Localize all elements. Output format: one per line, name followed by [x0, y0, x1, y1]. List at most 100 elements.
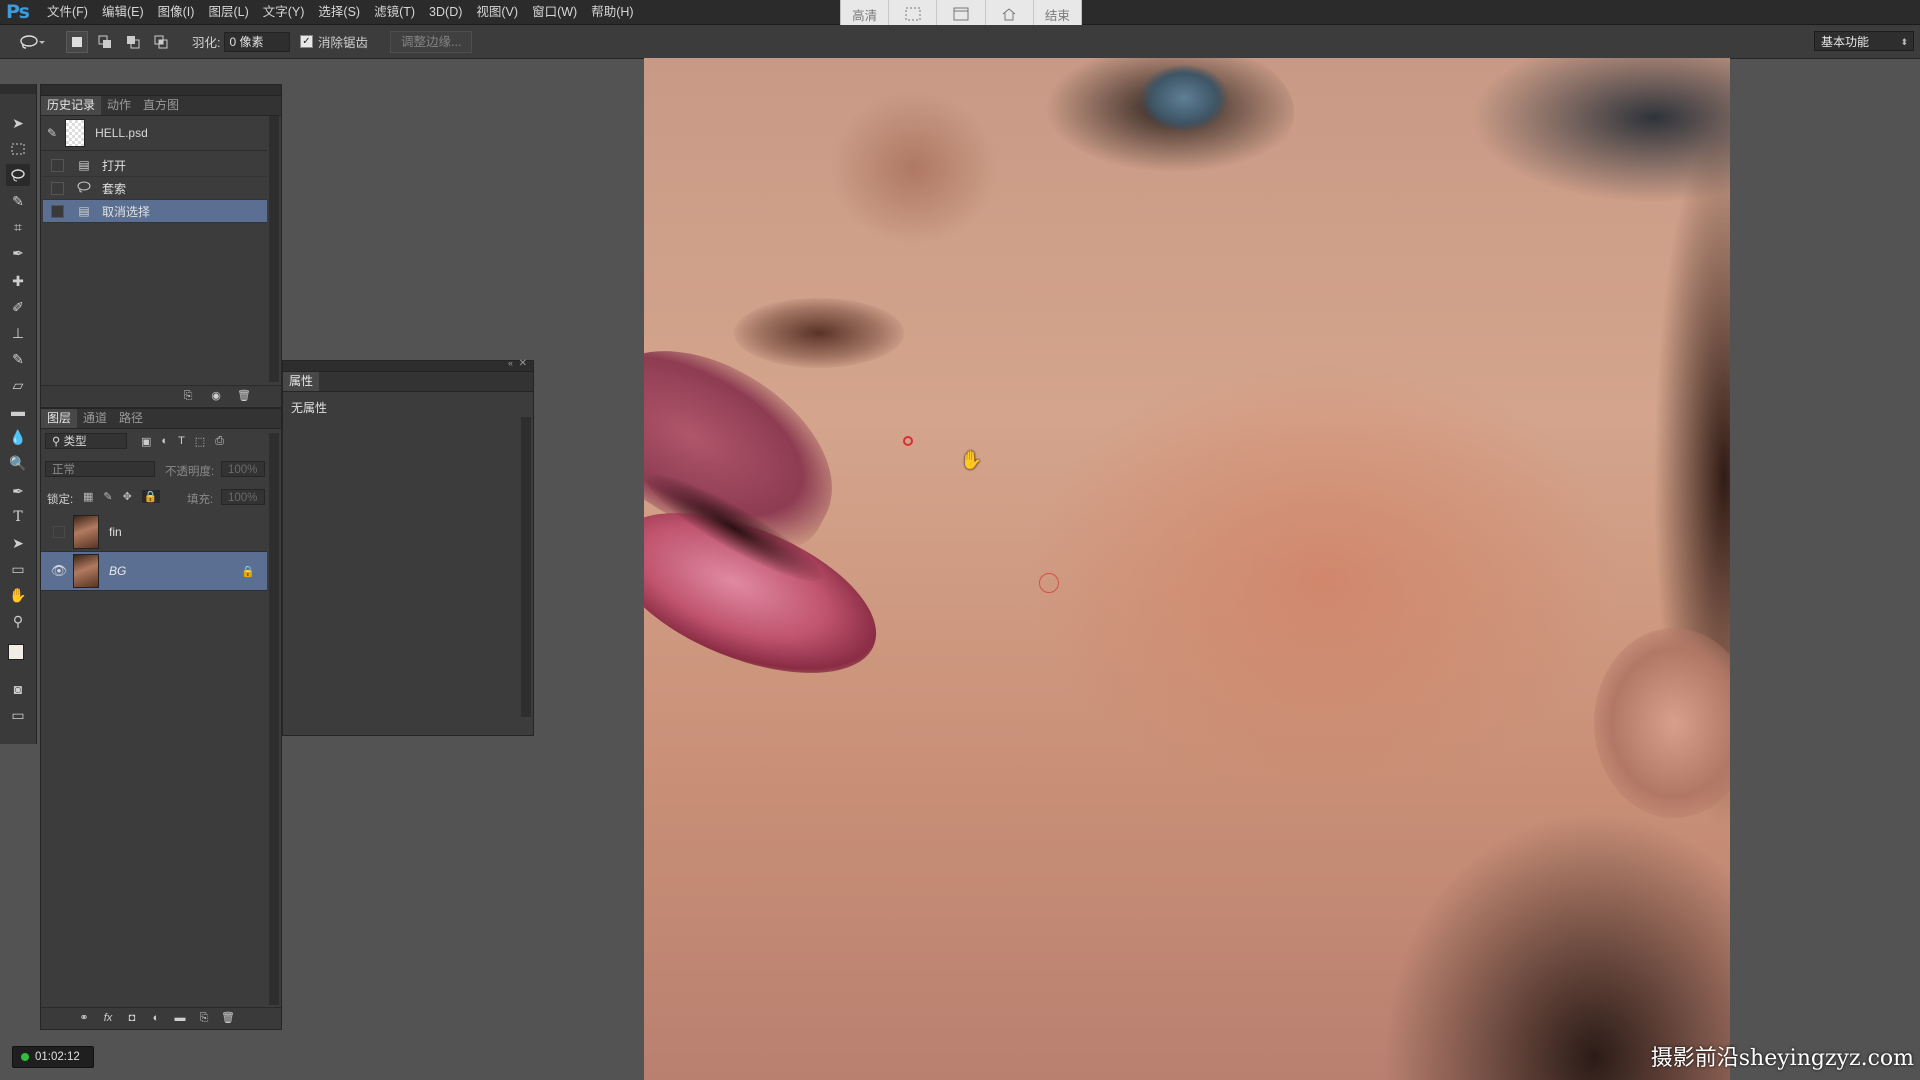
path-select-tool-icon[interactable]: ➤ — [6, 532, 30, 554]
workspace-select[interactable]: 基本功能 ⬍ — [1814, 31, 1914, 51]
history-source-box[interactable] — [51, 181, 64, 195]
layer-filter-select[interactable]: ⚲ 类型 — [45, 433, 127, 449]
collapse-icon[interactable]: « — [508, 358, 513, 368]
history-step[interactable]: ▤ 打开 — [43, 154, 267, 177]
subtract-selection-icon[interactable] — [122, 31, 144, 53]
properties-tabs: 属性 — [283, 372, 533, 392]
hand-tool-icon[interactable]: ✋ — [6, 584, 30, 606]
pen-tool-icon[interactable]: ✒ — [6, 480, 30, 502]
close-icon[interactable]: ✕ — [519, 358, 527, 369]
new-document-from-state-icon[interactable]: ⎘ — [181, 389, 195, 403]
camera-icon[interactable]: ◉ — [209, 389, 223, 403]
history-source-box[interactable] — [51, 158, 64, 172]
eyedropper-tool-icon[interactable]: ✒ — [6, 242, 30, 264]
history-snapshot[interactable]: ✎ HELL.psd — [41, 116, 267, 151]
stamp-tool-icon[interactable]: ⊥ — [6, 322, 30, 344]
gradient-tool-icon[interactable]: ▬ — [6, 400, 30, 422]
history-scrollbar[interactable] — [269, 116, 279, 382]
tab-channels[interactable]: 通道 — [77, 409, 113, 428]
dodge-tool-icon[interactable]: 🔍 — [6, 452, 30, 474]
crop-tool-icon[interactable]: ⌗ — [6, 216, 30, 238]
menu-select[interactable]: 选择(S) — [311, 0, 367, 24]
menu-help[interactable]: 帮助(H) — [584, 0, 640, 24]
menu-image[interactable]: 图像(I) — [151, 0, 202, 24]
blur-tool-icon[interactable]: 💧 — [6, 426, 30, 448]
image-filter-icon[interactable]: ▣ — [141, 435, 151, 448]
tab-layers[interactable]: 图层 — [41, 409, 78, 428]
menu-file[interactable]: 文件(F) — [40, 0, 95, 24]
shape-filter-icon[interactable]: ⬚ — [195, 435, 205, 448]
history-source-box[interactable] — [51, 204, 64, 218]
menu-type[interactable]: 文字(Y) — [256, 0, 312, 24]
blend-mode-select[interactable]: 正常 — [45, 461, 155, 477]
end-button[interactable]: 结束 — [1034, 0, 1081, 28]
hd-button[interactable]: 高清 — [841, 0, 890, 28]
photo-eye-region — [1034, 58, 1294, 188]
history-brush-tool-icon[interactable]: ✎ — [6, 348, 30, 370]
rectangle-tool-icon[interactable]: ▭ — [6, 558, 30, 580]
foreground-color-swatch[interactable] — [8, 644, 24, 660]
refine-edge-button[interactable]: 调整边缘... — [390, 30, 473, 53]
menu-3d[interactable]: 3D(D) — [422, 0, 469, 24]
eraser-tool-icon[interactable]: ▱ — [6, 374, 30, 396]
screen-mode-icon[interactable]: ▭ — [6, 704, 30, 726]
healing-brush-tool-icon[interactable]: ✚ — [6, 270, 30, 292]
trash-icon[interactable]: 🗑 — [221, 1011, 235, 1025]
fill-input[interactable]: 100% — [221, 489, 265, 505]
lock-transparency-icon[interactable]: ▦ — [83, 490, 93, 503]
feather-input[interactable]: 0 像素 — [224, 31, 291, 52]
trash-icon[interactable]: 🗑 — [237, 389, 251, 403]
type-filter-icon[interactable]: T — [178, 435, 185, 448]
lock-pixels-icon[interactable]: ✎ — [103, 490, 112, 503]
window-icon[interactable] — [937, 0, 986, 28]
adjustment-layer-icon[interactable]: ◐ — [149, 1011, 163, 1025]
marquee-tool-icon[interactable] — [6, 138, 30, 160]
layer-row-fin[interactable]: fin — [41, 513, 267, 552]
history-step-label: 取消选择 — [102, 204, 151, 219]
tab-histogram[interactable]: 直方图 — [137, 96, 185, 115]
antialias-checkbox[interactable]: ✓ 消除锯齿 — [300, 25, 368, 58]
menu-edit[interactable]: 编辑(E) — [95, 0, 151, 24]
fx-icon[interactable]: fx — [101, 1011, 115, 1025]
tab-paths[interactable]: 路径 — [113, 409, 149, 428]
quick-mask-icon[interactable]: ◙ — [6, 678, 30, 700]
lock-all-icon[interactable]: 🔒 — [141, 490, 160, 503]
mask-icon[interactable]: ◘ — [125, 1011, 139, 1025]
layers-footer: ⚭ fx ◘ ◐ ▬ ⎘ 🗑 — [41, 1007, 281, 1028]
smart-object-filter-icon[interactable]: ⎙ — [215, 435, 224, 448]
move-tool-icon[interactable]: ➤ — [6, 112, 30, 134]
tab-history[interactable]: 历史记录 — [41, 96, 102, 115]
menu-view[interactable]: 视图(V) — [469, 0, 525, 24]
layer-row-bg[interactable]: 👁 BG 🔒 — [41, 552, 267, 591]
menu-filter[interactable]: 滤镜(T) — [367, 0, 422, 24]
tab-properties[interactable]: 属性 — [283, 372, 320, 391]
home-icon[interactable] — [986, 0, 1034, 28]
tab-actions[interactable]: 动作 — [101, 96, 137, 115]
folder-icon[interactable]: ▬ — [173, 1011, 187, 1025]
history-step[interactable]: 套索 — [43, 177, 267, 200]
new-selection-icon[interactable] — [66, 30, 88, 53]
lock-position-icon[interactable]: ✥ — [123, 490, 132, 503]
menu-layer[interactable]: 图层(L) — [201, 0, 255, 24]
adjustment-filter-icon[interactable]: ◐ — [161, 435, 168, 448]
quick-select-tool-icon[interactable]: ✎ — [6, 190, 30, 212]
opacity-input[interactable]: 100% — [221, 461, 265, 477]
visibility-toggle[interactable] — [49, 522, 69, 542]
layers-scrollbar[interactable] — [269, 433, 279, 1005]
document-canvas[interactable]: ✋ — [644, 58, 1730, 1080]
link-icon[interactable]: ⚭ — [77, 1011, 91, 1025]
region-select-icon[interactable] — [889, 0, 938, 28]
zoom-tool-icon[interactable]: ⚲ — [6, 610, 30, 632]
menu-window[interactable]: 窗口(W) — [525, 0, 584, 24]
tool-preset-picker[interactable] — [18, 25, 46, 58]
brush-tool-icon[interactable]: ✐ — [6, 296, 30, 318]
type-tool-icon[interactable]: T — [6, 506, 30, 528]
layer-name: fin — [109, 525, 122, 539]
history-step-selected[interactable]: ▤ 取消选择 — [43, 200, 267, 223]
lasso-tool-icon[interactable] — [6, 164, 30, 186]
add-selection-icon[interactable] — [94, 31, 116, 53]
eye-icon[interactable]: 👁 — [49, 561, 69, 581]
intersect-selection-icon[interactable] — [150, 31, 172, 53]
new-layer-icon[interactable]: ⎘ — [197, 1011, 211, 1025]
properties-scrollbar[interactable] — [521, 417, 531, 717]
